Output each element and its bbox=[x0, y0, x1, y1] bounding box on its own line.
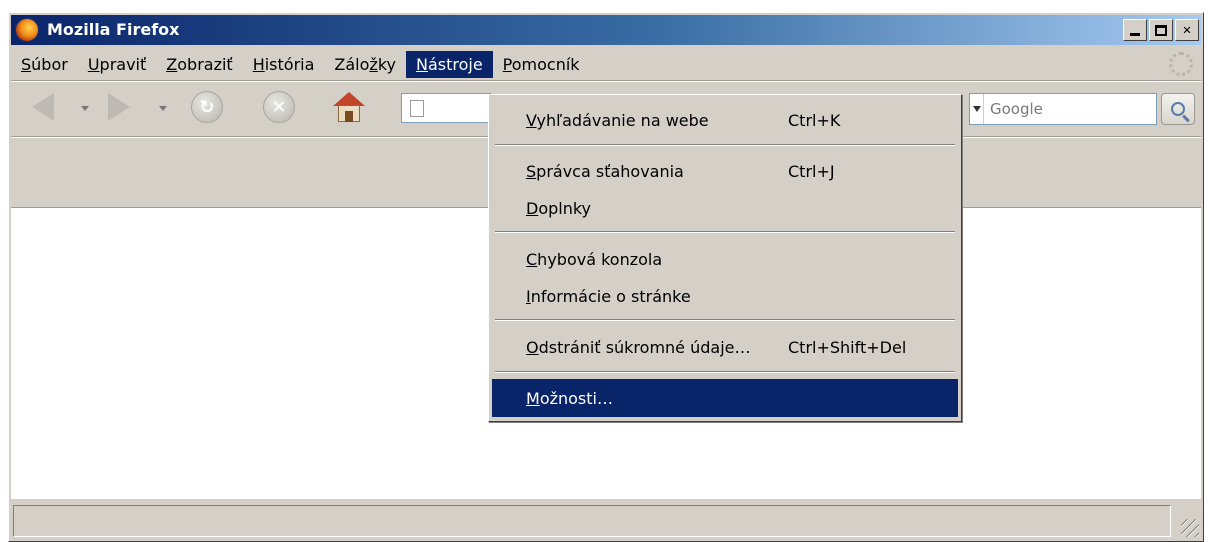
menu-tools[interactable]: Nástroje bbox=[405, 50, 493, 78]
menu-item-error-console[interactable]: Chybová konzola bbox=[492, 240, 958, 278]
search-button[interactable] bbox=[1161, 93, 1195, 125]
status-bar bbox=[11, 503, 1201, 539]
menu-separator bbox=[495, 319, 955, 321]
title-bar[interactable]: Mozilla Firefox ✕ bbox=[11, 15, 1201, 45]
menu-item-downloads[interactable]: Správca sťahovania Ctrl+J bbox=[492, 152, 958, 190]
forward-button[interactable] bbox=[101, 89, 137, 125]
menu-item-page-info[interactable]: Informácie o stránke bbox=[492, 277, 958, 315]
home-button[interactable] bbox=[331, 89, 367, 125]
menu-separator bbox=[495, 371, 955, 373]
close-icon: ✕ bbox=[1182, 22, 1192, 38]
forward-history-dropdown[interactable] bbox=[159, 106, 167, 111]
back-button[interactable] bbox=[25, 89, 61, 125]
menu-separator bbox=[495, 144, 955, 146]
minimize-button[interactable] bbox=[1123, 19, 1147, 41]
menu-bar: Súbor Upraviť Zobraziť História Záložky … bbox=[11, 49, 1201, 79]
menu-help[interactable]: Pomocník bbox=[493, 51, 590, 78]
menu-item-options[interactable]: Možnosti… bbox=[492, 379, 958, 417]
firefox-logo-icon[interactable] bbox=[15, 18, 39, 42]
reload-button[interactable]: ↻ bbox=[189, 89, 225, 125]
menu-item-web-search[interactable]: Vyhľadávanie na webe Ctrl+K bbox=[492, 101, 958, 139]
search-icon bbox=[1171, 102, 1185, 116]
maximize-icon bbox=[1155, 24, 1167, 36]
maximize-button[interactable] bbox=[1149, 19, 1173, 41]
back-history-dropdown[interactable] bbox=[81, 106, 89, 111]
url-bar[interactable] bbox=[401, 93, 491, 123]
menu-view[interactable]: Zobraziť bbox=[156, 51, 242, 78]
menu-bookmarks[interactable]: Záložky bbox=[324, 51, 406, 78]
resize-grip-icon[interactable] bbox=[1181, 519, 1199, 537]
menu-edit[interactable]: Upraviť bbox=[78, 51, 156, 78]
page-icon bbox=[410, 100, 424, 117]
menu-item-clear-private-data[interactable]: Odstrániť súkromné údaje… Ctrl+Shift+Del bbox=[492, 328, 958, 366]
menu-history[interactable]: História bbox=[243, 51, 325, 78]
menu-file[interactable]: Súbor bbox=[11, 51, 78, 78]
close-button[interactable]: ✕ bbox=[1175, 19, 1199, 41]
home-icon bbox=[333, 92, 365, 122]
tools-menu-dropdown: Vyhľadávanie na webe Ctrl+K Správca sťah… bbox=[488, 94, 962, 422]
search-engine-dropdown[interactable] bbox=[970, 94, 984, 124]
minimize-icon bbox=[1130, 33, 1140, 36]
search-placeholder: Google bbox=[990, 100, 1043, 118]
back-arrow-icon bbox=[32, 93, 54, 121]
throbber-icon bbox=[1169, 52, 1193, 76]
window-title: Mozilla Firefox bbox=[47, 20, 180, 39]
menu-separator bbox=[495, 231, 955, 233]
search-box[interactable]: Google bbox=[969, 93, 1157, 125]
stop-icon: ✕ bbox=[263, 91, 295, 123]
status-text-field bbox=[13, 505, 1171, 537]
chevron-down-icon bbox=[972, 106, 981, 112]
shortcut-label: Ctrl+J bbox=[788, 161, 835, 181]
forward-arrow-icon bbox=[108, 93, 130, 121]
stop-button[interactable]: ✕ bbox=[261, 89, 297, 125]
reload-icon: ↻ bbox=[191, 91, 223, 123]
shortcut-label: Ctrl+Shift+Del bbox=[788, 337, 907, 357]
menu-item-addons[interactable]: Doplnky bbox=[492, 189, 958, 227]
shortcut-label: Ctrl+K bbox=[788, 110, 841, 130]
